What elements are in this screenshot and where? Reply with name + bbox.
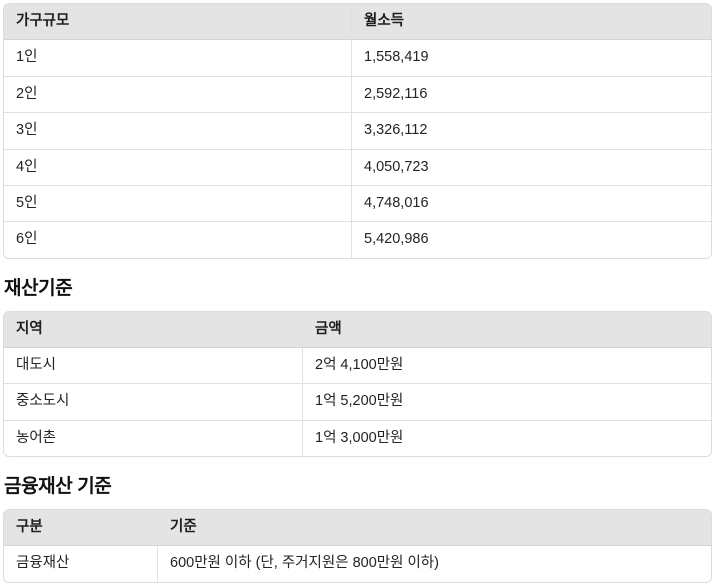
cell-amount: 1억 5,200만원: [302, 383, 711, 420]
column-header-region: 지역: [4, 311, 302, 349]
cell-region: 중소도시: [4, 383, 302, 420]
financial-asset-standard-section: 구분 기준 금융재산 600만원 이하 (단, 주거지원은 800만원 이하): [3, 509, 712, 583]
cell-household-size: 5인: [4, 184, 351, 222]
financial-asset-table: 구분 기준 금융재산 600만원 이하 (단, 주거지원은 800만원 이하): [3, 509, 712, 583]
cell-criteria: 600만원 이하 (단, 주거지원은 800만원 이하): [157, 546, 711, 582]
table-row: 2인 2,592,116: [4, 75, 711, 113]
section-heading-asset-standard: 재산기준: [4, 277, 73, 299]
table-row: 금융재산 600만원 이하 (단, 주거지원은 800만원 이하): [4, 546, 711, 582]
cell-amount: 2억 4,100만원: [302, 348, 711, 384]
table-row: 6인 5,420,986: [4, 221, 711, 258]
column-header-category: 구분: [4, 510, 157, 547]
table-row: 4인 4,050,723: [4, 148, 711, 185]
table-header-row: 지역 금액: [4, 311, 711, 349]
asset-standard-section: 지역 금액 대도시 2억 4,100만원 중소도시 1억 5,200만원 농어촌…: [3, 310, 712, 458]
table-row: 3인 3,326,112: [4, 112, 711, 149]
cell-region: 농어촌: [4, 419, 302, 457]
cell-monthly-income: 5,420,986: [351, 221, 711, 258]
cell-monthly-income: 3,326,112: [351, 112, 711, 149]
table-row: 5인 4,748,016: [4, 184, 711, 222]
asset-table: 지역 금액 대도시 2억 4,100만원 중소도시 1억 5,200만원 농어촌…: [3, 310, 712, 458]
income-standard-section: 가구규모 월소득 1인 1,558,419 2인 2,592,116 3인 3,…: [3, 3, 712, 259]
cell-monthly-income: 2,592,116: [351, 75, 711, 113]
cell-monthly-income: 4,748,016: [351, 184, 711, 222]
section-heading-financial-asset-standard: 금융재산 기준: [4, 476, 112, 498]
table-row: 농어촌 1억 3,000만원: [4, 419, 711, 457]
cell-category: 금융재산: [4, 546, 157, 582]
table-header-row: 구분 기준: [4, 510, 711, 547]
document-body: 가구규모 월소득 1인 1,558,419 2인 2,592,116 3인 3,…: [0, 3, 715, 583]
table-row: 중소도시 1억 5,200만원: [4, 383, 711, 420]
income-table: 가구규모 월소득 1인 1,558,419 2인 2,592,116 3인 3,…: [3, 3, 712, 259]
table-row: 1인 1,558,419: [4, 40, 711, 76]
column-header-amount: 금액: [302, 311, 711, 349]
cell-household-size: 4인: [4, 148, 351, 185]
cell-amount: 1억 3,000만원: [302, 419, 711, 457]
cell-monthly-income: 1,558,419: [351, 40, 711, 76]
cell-household-size: 3인: [4, 112, 351, 149]
cell-monthly-income: 4,050,723: [351, 148, 711, 185]
cell-region: 대도시: [4, 348, 302, 384]
table-row: 대도시 2억 4,100만원: [4, 348, 711, 384]
column-header-criteria: 기준: [157, 510, 711, 547]
cell-household-size: 1인: [4, 40, 351, 76]
cell-household-size: 2인: [4, 75, 351, 113]
table-header-row: 가구규모 월소득: [4, 4, 711, 41]
cell-household-size: 6인: [4, 221, 351, 258]
column-header-household-size: 가구규모: [4, 4, 351, 41]
column-header-monthly-income: 월소득: [351, 4, 711, 41]
